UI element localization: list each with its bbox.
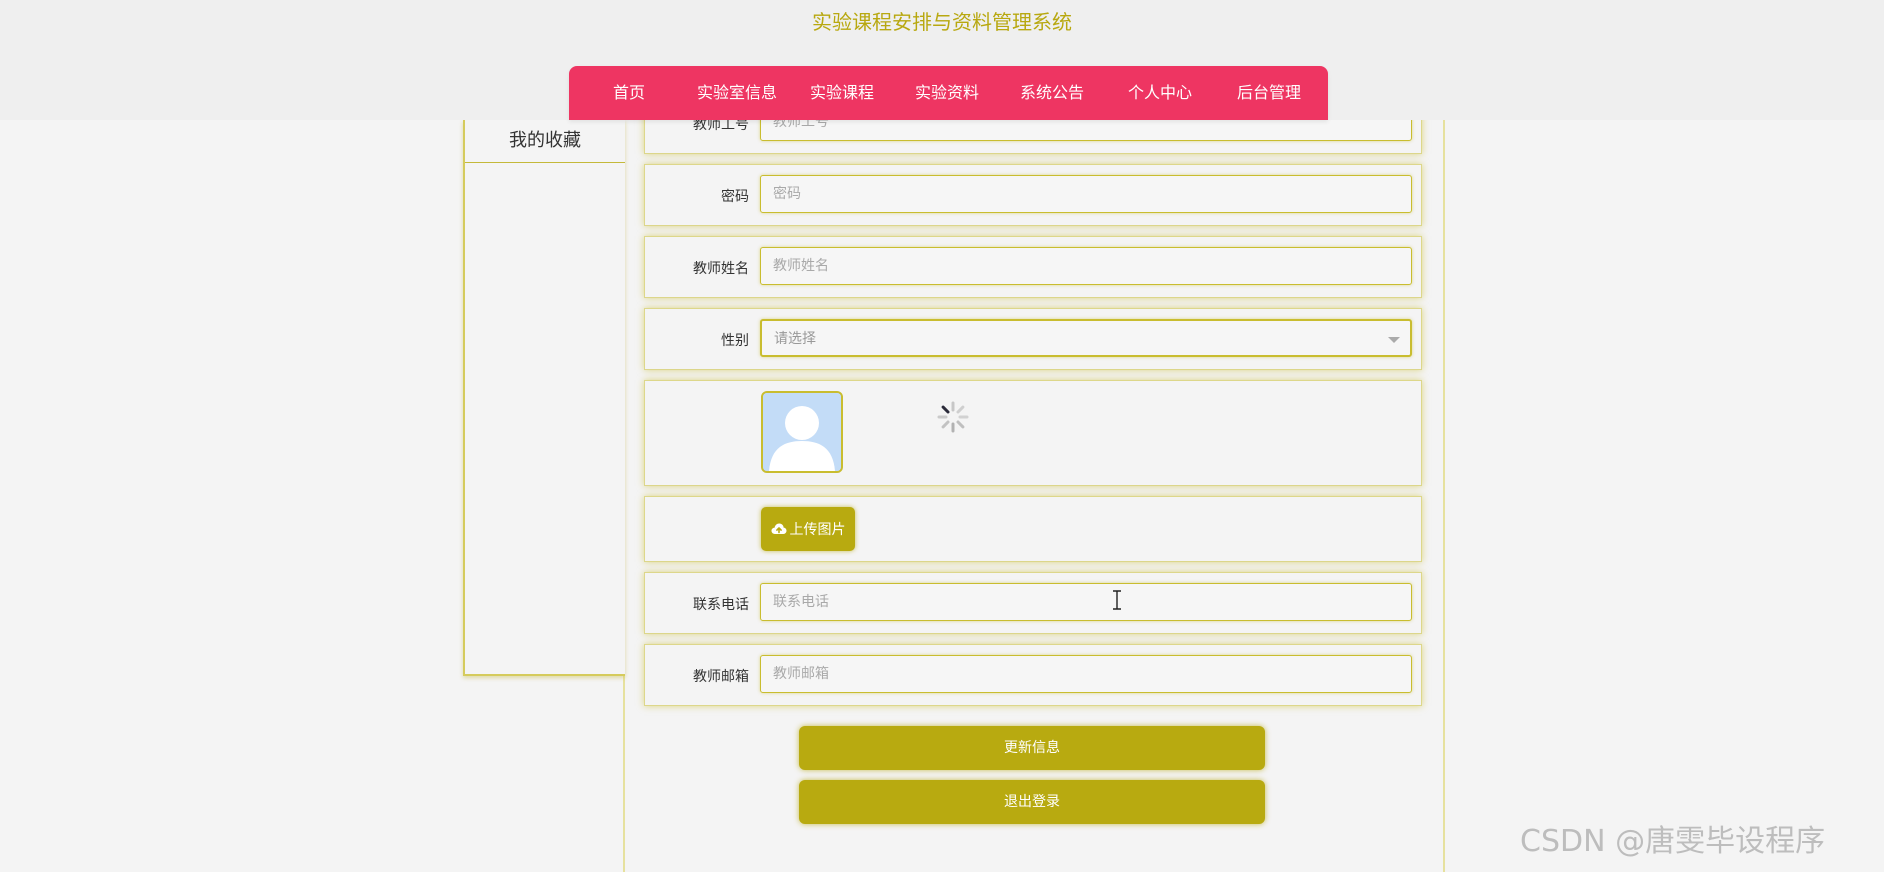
phone-label: 联系电话 bbox=[693, 597, 749, 613]
nav-item-lab-info[interactable]: 实验室信息 bbox=[697, 66, 777, 120]
gender-label: 性别 bbox=[721, 333, 749, 349]
password-input[interactable] bbox=[760, 175, 1412, 213]
upload-image-label: 上传图片 bbox=[789, 522, 846, 538]
phone-input[interactable] bbox=[760, 583, 1412, 621]
email-input[interactable] bbox=[760, 655, 1412, 693]
form-row-email: 教师邮箱 bbox=[644, 644, 1422, 706]
gender-select-value: 请选择 bbox=[774, 331, 816, 347]
teacher-name-input[interactable] bbox=[760, 247, 1412, 285]
form-row-teacher-name: 教师姓名 bbox=[644, 236, 1422, 298]
update-info-button[interactable]: 更新信息 bbox=[799, 726, 1265, 770]
teacher-name-label: 教师姓名 bbox=[693, 261, 749, 277]
form-row-avatar bbox=[644, 380, 1422, 486]
logout-button[interactable]: 退出登录 bbox=[799, 780, 1265, 824]
upload-image-button[interactable]: 上传图片 bbox=[761, 507, 855, 551]
sidebar-item-favorites[interactable]: 我的收藏 bbox=[465, 120, 625, 163]
avatar-preview bbox=[761, 391, 843, 473]
site-title: 实验课程安排与资料管理系统 bbox=[812, 10, 1072, 34]
form-row-phone: 联系电话 bbox=[644, 572, 1422, 634]
form-row-upload: 上传图片 bbox=[644, 496, 1422, 562]
sidebar: 我的收藏 bbox=[463, 120, 625, 676]
form-row-password: 密码 bbox=[644, 164, 1422, 226]
form-row-gender: 性别 请选择 bbox=[644, 308, 1422, 370]
user-silhouette-icon bbox=[763, 393, 841, 471]
nav-item-home[interactable]: 首页 bbox=[613, 66, 645, 120]
main-nav: 首页 实验室信息 实验课程 实验资料 系统公告 个人中心 后台管理 bbox=[569, 66, 1328, 120]
nav-item-admin[interactable]: 后台管理 bbox=[1237, 66, 1301, 120]
gender-select[interactable]: 请选择 bbox=[760, 319, 1412, 357]
nav-item-materials[interactable]: 实验资料 bbox=[915, 66, 979, 120]
spinner-icon bbox=[937, 401, 969, 433]
sidebar-item-label: 我的收藏 bbox=[509, 130, 581, 151]
cloud-upload-icon bbox=[771, 523, 786, 534]
chevron-down-icon bbox=[1388, 337, 1400, 343]
nav-item-personal-center[interactable]: 个人中心 bbox=[1128, 66, 1192, 120]
email-label: 教师邮箱 bbox=[693, 669, 749, 685]
nav-item-announcements[interactable]: 系统公告 bbox=[1020, 66, 1084, 120]
password-label: 密码 bbox=[721, 189, 749, 205]
page-header: 实验课程安排与资料管理系统 首页 实验室信息 实验课程 实验资料 系统公告 个人… bbox=[0, 0, 1884, 120]
watermark: CSDN @唐雯毕设程序 bbox=[1520, 824, 1826, 859]
nav-item-courses[interactable]: 实验课程 bbox=[810, 66, 874, 120]
text-cursor-icon bbox=[1113, 590, 1121, 610]
